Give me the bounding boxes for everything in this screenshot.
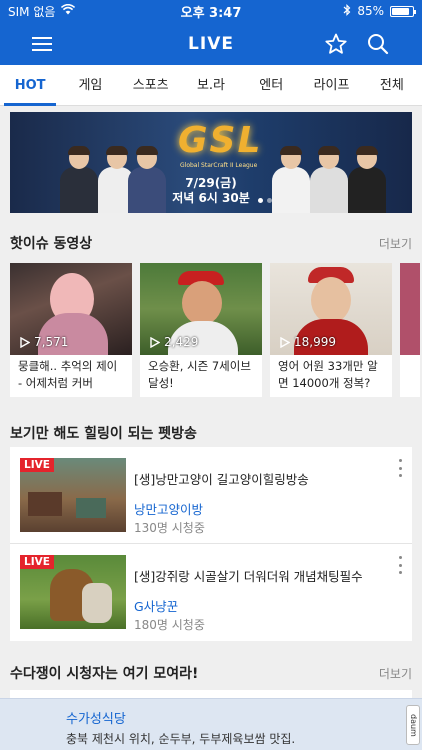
hot-issue-title: 핫이슈 동영상 (10, 236, 93, 252)
play-icon (280, 336, 290, 348)
bluetooth-icon (343, 3, 351, 19)
banner-player-4 (272, 146, 310, 213)
pet-section-title: 보기만 해도 힐링이 되는 펫방송 (10, 426, 197, 442)
broadcast-viewers: 130명 시청중 (134, 521, 205, 535)
broadcast-item[interactable]: LIVE [생]낭만고양이 길고양이힐링방송 낭만고양이방 130명 시청중 (10, 447, 412, 544)
tab-all[interactable]: 전체 (362, 65, 422, 105)
tab-life[interactable]: 라이프 (301, 65, 361, 105)
video-card-partial[interactable] (400, 263, 420, 397)
video-title: 오승환, 시즌 7세이브 달성! (148, 359, 251, 390)
ad-banner[interactable]: 수가성식당 충북 제천시 위치, 순두부, 두부제육보쌈 맛집. daum (0, 698, 422, 750)
video-thumbnail: 7,571 (10, 263, 132, 355)
tab-enter[interactable]: 엔터 (241, 65, 301, 105)
banner-player-6 (348, 146, 386, 213)
status-bar: SIM 없음 오후 3:47 85% (0, 0, 422, 22)
chat-section-title: 수다쟁이 시청자는 여기 모여라! (10, 666, 199, 682)
banner-logo: GSL (178, 120, 263, 161)
view-count: 7,571 (20, 335, 68, 349)
pet-broadcast-list: LIVE [생]낭만고양이 길고양이힐링방송 낭만고양이방 130명 시청중 L… (10, 447, 412, 641)
video-thumbnail: 2,429 (140, 263, 262, 355)
broadcast-thumbnail: LIVE (20, 458, 126, 532)
live-badge: LIVE (20, 458, 54, 472)
view-count: 2,429 (150, 335, 198, 349)
banner-pager (258, 198, 272, 203)
app-bar: LIVE (0, 22, 422, 65)
hot-issue-video-list: 7,571 뭉클해.. 추억의 제이 - 어제처럼 커버 2,429 오승환, … (10, 263, 422, 397)
star-icon[interactable] (322, 30, 350, 58)
promo-banner[interactable]: GSL Global StarCraft II League 7/29(금) 저… (10, 112, 412, 213)
hot-issue-more-link[interactable]: 더보기 (379, 235, 412, 252)
chat-section-header: 수다쟁이 시청자는 여기 모여라! 더보기 (10, 663, 412, 683)
pet-section-header: 보기만 해도 힐링이 되는 펫방송 (10, 423, 412, 443)
video-thumbnail (400, 263, 420, 355)
ad-title: 수가성식당 (66, 712, 126, 727)
more-options-icon[interactable] (396, 556, 404, 574)
broadcast-channel[interactable]: G사냥꾼 (134, 596, 178, 615)
live-badge: LIVE (20, 555, 54, 569)
search-icon[interactable] (364, 30, 392, 58)
wifi-icon (61, 3, 76, 18)
ad-provider-mark: daum (406, 705, 420, 745)
tab-bora[interactable]: 보.라 (181, 65, 241, 105)
broadcast-channel[interactable]: 낭만고양이방 (134, 499, 203, 518)
view-count: 18,999 (280, 335, 336, 349)
more-options-icon[interactable] (396, 459, 404, 477)
video-card[interactable]: 7,571 뭉클해.. 추억의 제이 - 어제처럼 커버 (10, 263, 132, 397)
tab-hot[interactable]: HOT (0, 65, 60, 106)
play-icon (20, 336, 30, 348)
play-icon (150, 336, 160, 348)
hot-issue-header: 핫이슈 동영상 더보기 (10, 233, 412, 253)
battery-level (392, 7, 409, 15)
carrier-label: SIM 없음 (8, 4, 56, 19)
chat-section-more-link[interactable]: 더보기 (379, 665, 412, 682)
tab-game[interactable]: 게임 (60, 65, 120, 105)
banner-player-5 (310, 146, 348, 213)
video-card[interactable]: 18,999 영어 어원 33개만 알면 14000개 정복? (270, 263, 392, 397)
video-title: 뭉클해.. 추억의 제이 - 어제처럼 커버 (18, 359, 118, 390)
video-title: 영어 어원 33개만 알면 14000개 정복? (278, 359, 378, 390)
broadcast-thumbnail: LIVE (20, 555, 126, 629)
video-card[interactable]: 2,429 오승환, 시즌 7세이브 달성! (140, 263, 262, 397)
battery-icon (390, 5, 416, 17)
broadcast-item[interactable]: LIVE [생]강쥐랑 시골살기 더워더워 개념채팅필수 G사냥꾼 180명 시… (10, 544, 412, 641)
category-tabs: HOT 게임 스포츠 보.라 엔터 라이프 전체 (0, 65, 422, 106)
battery-percent: 85% (357, 4, 384, 18)
menu-icon[interactable] (28, 30, 56, 58)
page-title: LIVE (188, 33, 234, 54)
broadcast-viewers: 180명 시청중 (134, 618, 205, 632)
ad-description: 충북 제천시 위치, 순두부, 두부제육보쌈 맛집. (66, 732, 296, 746)
video-thumbnail: 18,999 (270, 263, 392, 355)
broadcast-title: [생]강쥐랑 시골살기 더워더워 개념채팅필수 (134, 569, 363, 584)
broadcast-title: [생]낭만고양이 길고양이힐링방송 (134, 472, 309, 487)
tab-sports[interactable]: 스포츠 (121, 65, 181, 105)
banner-logo-sub: Global StarCraft II League (180, 162, 258, 169)
clock: 오후 3:47 (180, 5, 242, 21)
